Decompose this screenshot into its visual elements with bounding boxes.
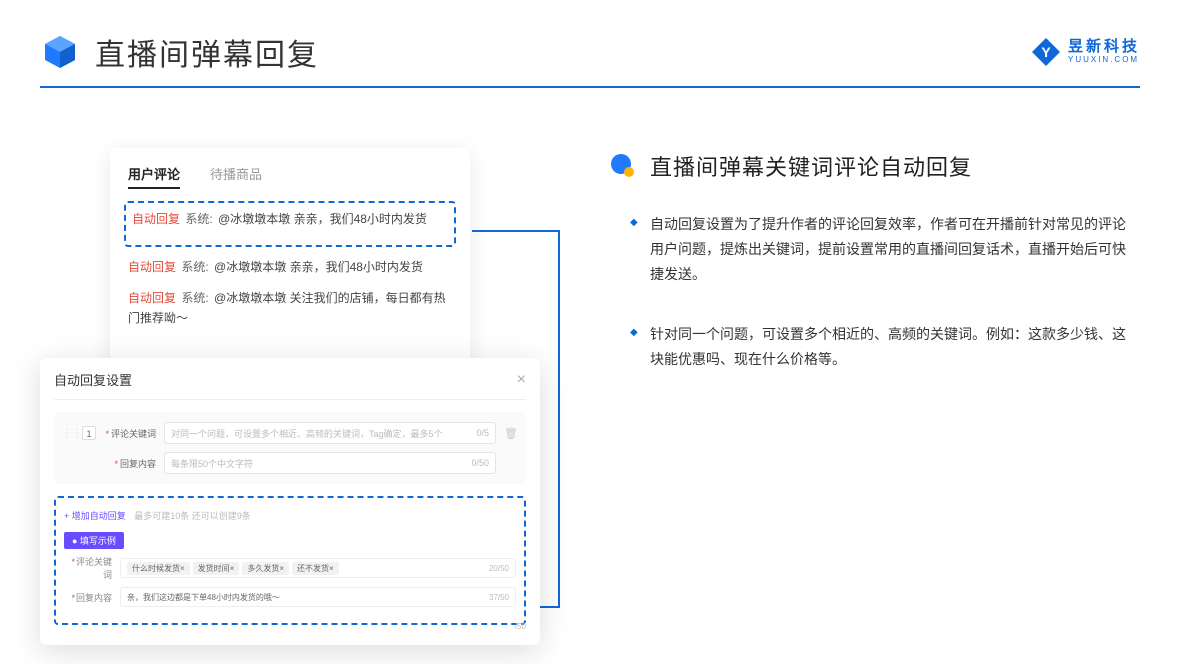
brand-url: YUUXIN.COM <box>1068 56 1140 65</box>
system-tag: 系统: <box>181 291 208 305</box>
bullet-item: 针对同一个问题，可设置多个相近的、高频的关键词。例如：这款多少钱、这块能优惠吗、… <box>650 322 1140 372</box>
system-tag: 系统: <box>185 212 212 226</box>
comment-text: @冰墩墩本墩 亲亲，我们48小时内发货 <box>214 260 423 274</box>
tag-counter: 20/50 <box>489 564 509 573</box>
cube-icon <box>40 32 80 72</box>
system-tag: 系统: <box>181 260 208 274</box>
bottom-counter: /50 <box>515 622 526 631</box>
ex-label-keyword: *评论关键词 <box>64 555 112 581</box>
tab-user-comments[interactable]: 用户评论 <box>128 164 180 189</box>
comment-line: 自动回复 系统: @冰墩墩本墩 关注我们的店铺，每日都有热门推荐呦～ <box>128 288 452 329</box>
brand-logo-icon: Y <box>1030 36 1062 68</box>
label-content: *回复内容 <box>104 457 156 470</box>
form-row-content: *回复内容 每条限50个中文字符 0/50 <box>62 452 518 474</box>
highlight-box-bottom: + 增加自动回复 最多可建10条 还可以创建9条 ● 填写示例 *评论关键词 什… <box>54 496 526 625</box>
tab-pending-products[interactable]: 待播商品 <box>210 164 262 189</box>
highlight-box-top: 自动回复 系统: @冰墩墩本墩 亲亲，我们48小时内发货 <box>124 201 456 247</box>
screenshot-area: 用户评论 待播商品 自动回复 系统: @冰墩墩本墩 亲亲，我们48小时内发货 自… <box>40 138 540 429</box>
tag: 还不发货× <box>292 562 339 575</box>
tag: 多久发货× <box>242 562 289 575</box>
auto-reply-tag: 自动回复 <box>128 260 176 274</box>
tag-counter: 37/50 <box>489 593 509 602</box>
ex-label-content: *回复内容 <box>64 591 112 604</box>
example-badge: ● 填写示例 <box>64 532 124 549</box>
add-auto-reply-button[interactable]: + 增加自动回复 <box>64 511 126 521</box>
auto-reply-tag: 自动回复 <box>132 212 180 226</box>
row-number: 1 <box>82 426 96 440</box>
example-content-text: 亲，我们这边都是下单48小时内发货的哦～ <box>127 592 280 603</box>
drag-icon[interactable]: ⋮⋮ <box>62 428 74 439</box>
example-content-box: 亲，我们这边都是下单48小时内发货的哦～ 37/50 <box>120 587 516 607</box>
page-title: 直播间弹幕回复 <box>95 30 319 74</box>
page-header: 直播间弹幕回复 Y 昱新科技 YUUXIN.COM <box>0 0 1180 74</box>
bullet-list: 自动回复设置为了提升作者的评论回复效率，作者可在开播前针对常见的评论用户问题，提… <box>610 212 1140 372</box>
brand-logo: Y 昱新科技 YUUXIN.COM <box>1030 36 1140 68</box>
description-section: 直播间弹幕关键词评论自动回复 自动回复设置为了提升作者的评论回复效率，作者可在开… <box>610 138 1140 429</box>
comment-line: 自动回复 系统: @冰墩墩本墩 亲亲，我们48小时内发货 <box>132 209 448 229</box>
comment-text: @冰墩墩本墩 亲亲，我们48小时内发货 <box>218 212 427 226</box>
chat-bubble-icon <box>610 153 636 179</box>
example-row-keyword: *评论关键词 什么时候发货× 发货时间× 多久发货× 还不发货× 20/50 <box>64 555 516 581</box>
section-head: 直播间弹幕关键词评论自动回复 <box>610 150 1140 182</box>
comment-line: 自动回复 系统: @冰墩墩本墩 亲亲，我们48小时内发货 <box>128 257 452 277</box>
example-row-content: *回复内容 亲，我们这边都是下单48小时内发货的哦～ 37/50 <box>64 587 516 607</box>
form-row-keyword: ⋮⋮ 1 *评论关键词 对同一个问题，可设置多个相近、高频的关键词，Tag确定，… <box>62 422 518 444</box>
auto-reply-settings-modal: 自动回复设置 × ⋮⋮ 1 *评论关键词 对同一个问题，可设置多个相近、高频的关… <box>40 358 540 645</box>
comment-tabs: 用户评论 待播商品 <box>128 164 452 189</box>
add-hint: 最多可建10条 还可以创建9条 <box>134 511 251 521</box>
keyword-input[interactable]: 对同一个问题，可设置多个相近、高频的关键词，Tag确定，最多5个 0/5 <box>164 422 496 444</box>
auto-reply-tag: 自动回复 <box>128 291 176 305</box>
modal-header: 自动回复设置 × <box>54 370 526 400</box>
brand-name: 昱新科技 <box>1068 39 1140 56</box>
form-block: ⋮⋮ 1 *评论关键词 对同一个问题，可设置多个相近、高频的关键词，Tag确定，… <box>54 412 526 484</box>
section-title: 直播间弹幕关键词评论自动回复 <box>650 150 972 182</box>
close-icon[interactable]: × <box>517 371 526 389</box>
tag: 发货时间× <box>193 562 240 575</box>
tag: 什么时候发货× <box>127 562 190 575</box>
modal-title: 自动回复设置 <box>54 370 132 389</box>
delete-icon[interactable]: 🗑 <box>504 427 518 440</box>
label-keyword: *评论关键词 <box>104 427 156 440</box>
example-keyword-tags: 什么时候发货× 发货时间× 多久发货× 还不发货× 20/50 <box>120 558 516 578</box>
bullet-item: 自动回复设置为了提升作者的评论回复效率，作者可在开播前针对常见的评论用户问题，提… <box>650 212 1140 288</box>
content-input[interactable]: 每条限50个中文字符 0/50 <box>164 452 496 474</box>
svg-text:Y: Y <box>1041 44 1051 60</box>
